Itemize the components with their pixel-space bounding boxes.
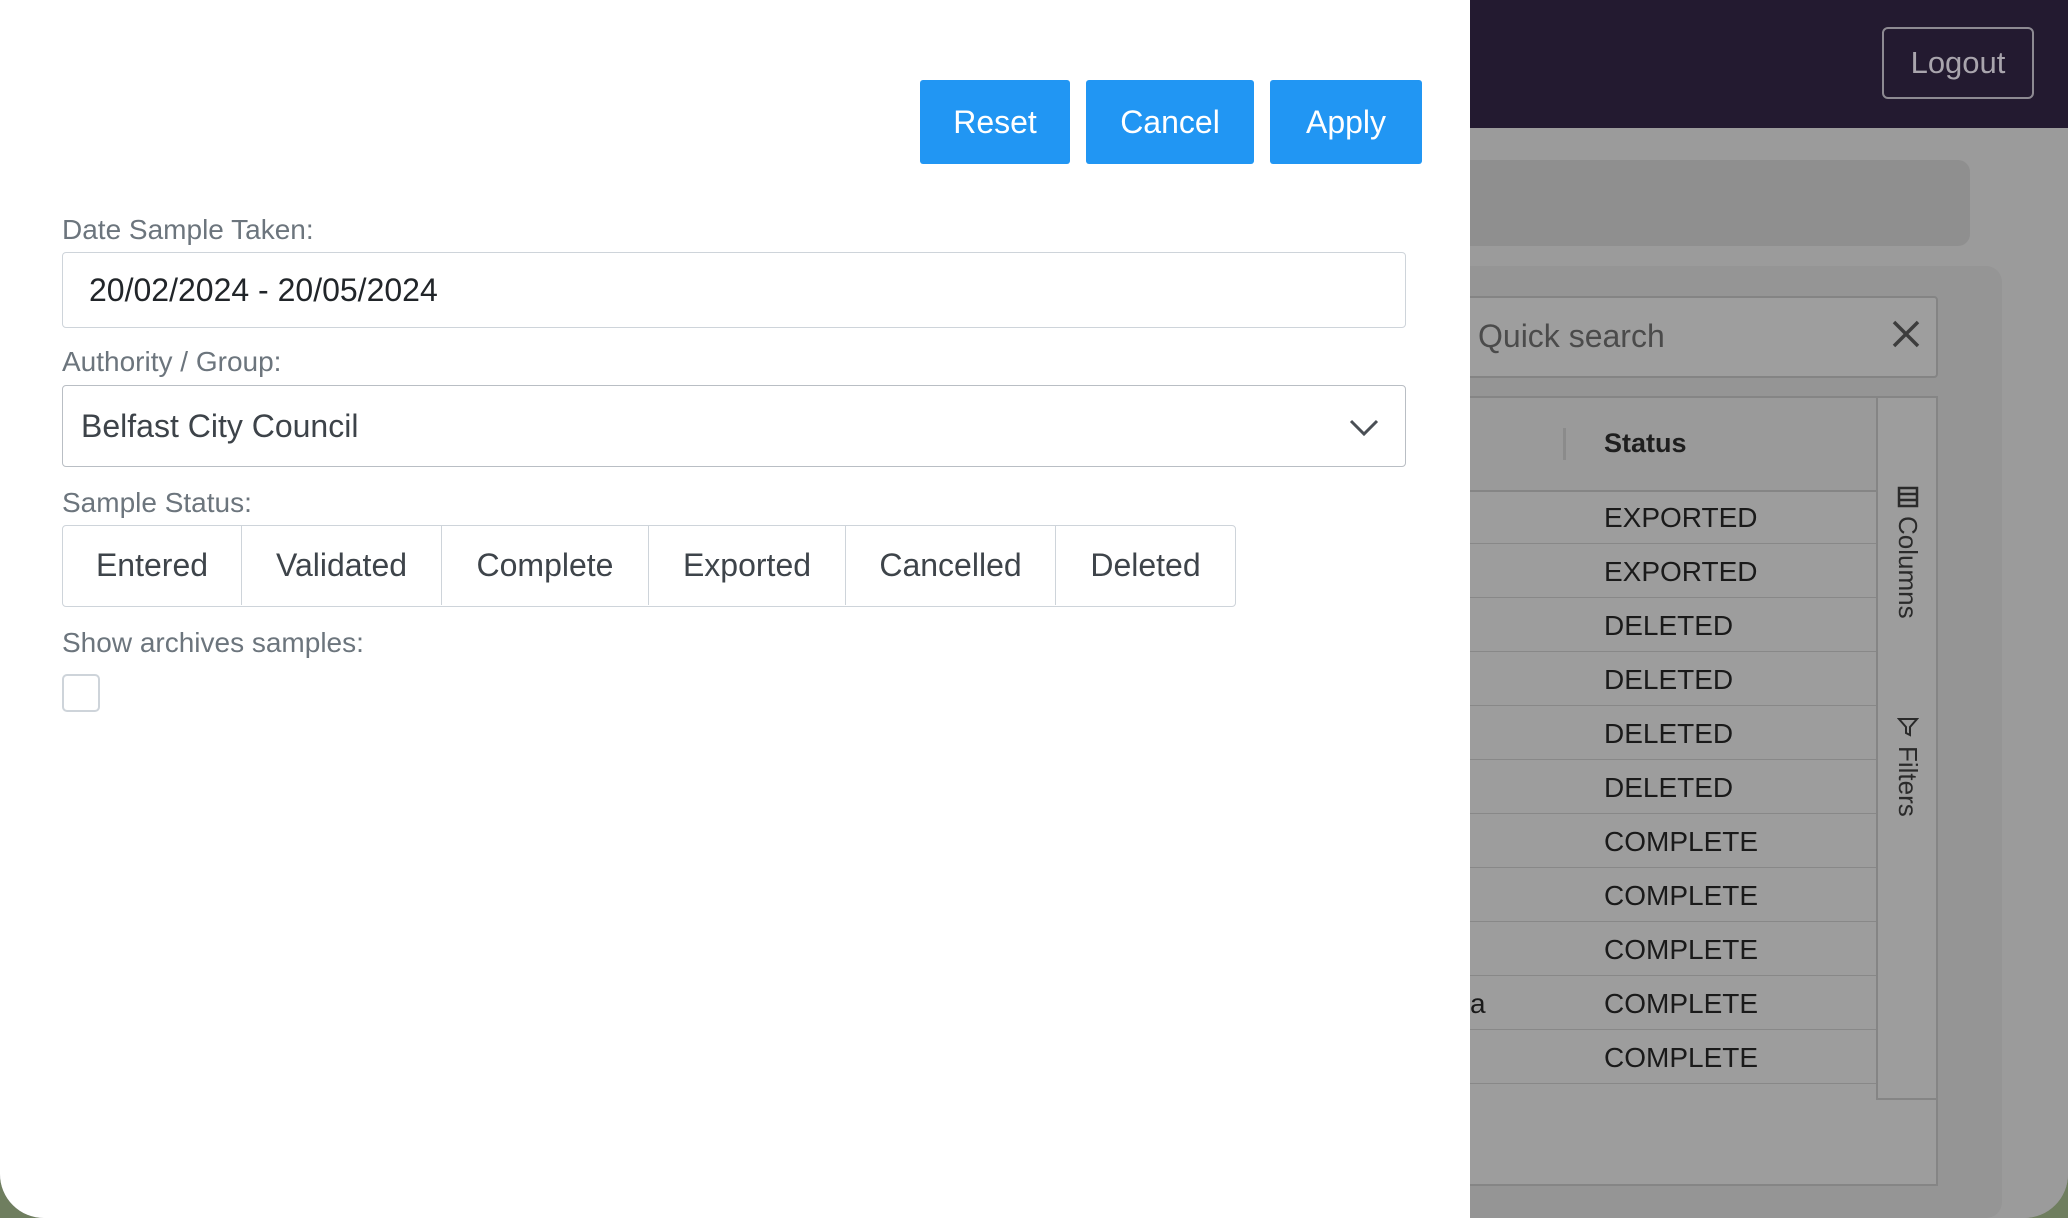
quick-search-placeholder: Quick search xyxy=(1478,318,1665,354)
show-archives-label: Show archives samples: xyxy=(62,627,364,658)
status-cell: COMPLETE xyxy=(1604,826,1759,857)
status-option-deleted[interactable]: Deleted xyxy=(1056,526,1235,605)
columns-tab[interactable]: Columns xyxy=(1892,486,1923,619)
status-cell: COMPLETE xyxy=(1604,880,1759,911)
clear-search-icon[interactable] xyxy=(1886,314,1926,361)
status-cell: DELETED xyxy=(1604,664,1734,695)
status-option-cancelled[interactable]: Cancelled xyxy=(846,526,1056,605)
status-cell: DELETED xyxy=(1604,718,1734,749)
column-resize-handle[interactable] xyxy=(1563,428,1566,460)
logout-button[interactable]: Logout xyxy=(1882,27,2034,99)
filters-tab-label: Filters xyxy=(1893,746,1923,817)
table-row[interactable]: EXPORTED xyxy=(1460,544,1876,598)
table-row[interactable]: DELETED xyxy=(1460,760,1876,814)
filter-drawer: Reset Cancel Apply Date Sample Taken: 20… xyxy=(0,0,1470,1218)
status-cell: DELETED xyxy=(1604,610,1734,641)
status-option-validated[interactable]: Validated xyxy=(242,526,442,605)
status-cell: EXPORTED xyxy=(1604,556,1758,587)
status-option-complete[interactable]: Complete xyxy=(442,526,649,605)
authority-group-select[interactable]: Belfast City Council xyxy=(62,385,1406,467)
status-option-entered[interactable]: Entered xyxy=(63,526,242,605)
status-column-header[interactable]: Status xyxy=(1604,428,1687,459)
status-cell: COMPLETE xyxy=(1604,988,1759,1019)
grid-rows: EXPORTED EXPORTED DELETED DELETED DELETE… xyxy=(1460,490,1876,1084)
filters-tab[interactable]: Filters xyxy=(1892,716,1923,817)
table-row[interactable]: COMPLETE xyxy=(1460,814,1876,868)
status-cell: EXPORTED xyxy=(1604,502,1758,533)
table-row[interactable]: DELETED xyxy=(1460,706,1876,760)
reset-button[interactable]: Reset xyxy=(920,80,1070,164)
sample-status-toggle-group: Entered Validated Complete Exported Canc… xyxy=(62,525,1236,607)
cancel-button[interactable]: Cancel xyxy=(1086,80,1254,164)
table-row[interactable]: COMPLETE xyxy=(1460,868,1876,922)
screen: Logout Quick search Status EXPORTED EXPO… xyxy=(0,0,2068,1218)
filter-icon xyxy=(1892,716,1923,738)
chevron-down-icon xyxy=(1347,410,1381,444)
authority-group-label: Authority / Group: xyxy=(62,346,282,377)
columns-icon xyxy=(1892,486,1923,508)
table-row[interactable]: COMPLETE xyxy=(1460,922,1876,976)
status-option-exported[interactable]: Exported xyxy=(649,526,846,605)
table-row[interactable]: DELETED xyxy=(1460,598,1876,652)
date-range-input[interactable]: 20/02/2024 - 20/05/2024 xyxy=(62,252,1406,328)
authority-group-value: Belfast City Council xyxy=(81,407,359,444)
status-cell: COMPLETE xyxy=(1604,934,1759,965)
table-row[interactable]: EXPORTED xyxy=(1460,490,1876,544)
cell-text: a xyxy=(1470,988,1486,1019)
sample-status-label: Sample Status: xyxy=(62,487,252,518)
columns-tab-label: Columns xyxy=(1893,516,1923,619)
status-cell: DELETED xyxy=(1604,772,1734,803)
show-archives-checkbox[interactable] xyxy=(62,674,100,712)
table-row[interactable]: a COMPLETE xyxy=(1460,976,1876,1030)
table-row[interactable]: COMPLETE xyxy=(1460,1030,1876,1084)
table-row[interactable]: DELETED xyxy=(1460,652,1876,706)
status-cell: COMPLETE xyxy=(1604,1042,1759,1073)
apply-button[interactable]: Apply xyxy=(1270,80,1422,164)
date-sample-taken-label: Date Sample Taken: xyxy=(62,214,314,245)
